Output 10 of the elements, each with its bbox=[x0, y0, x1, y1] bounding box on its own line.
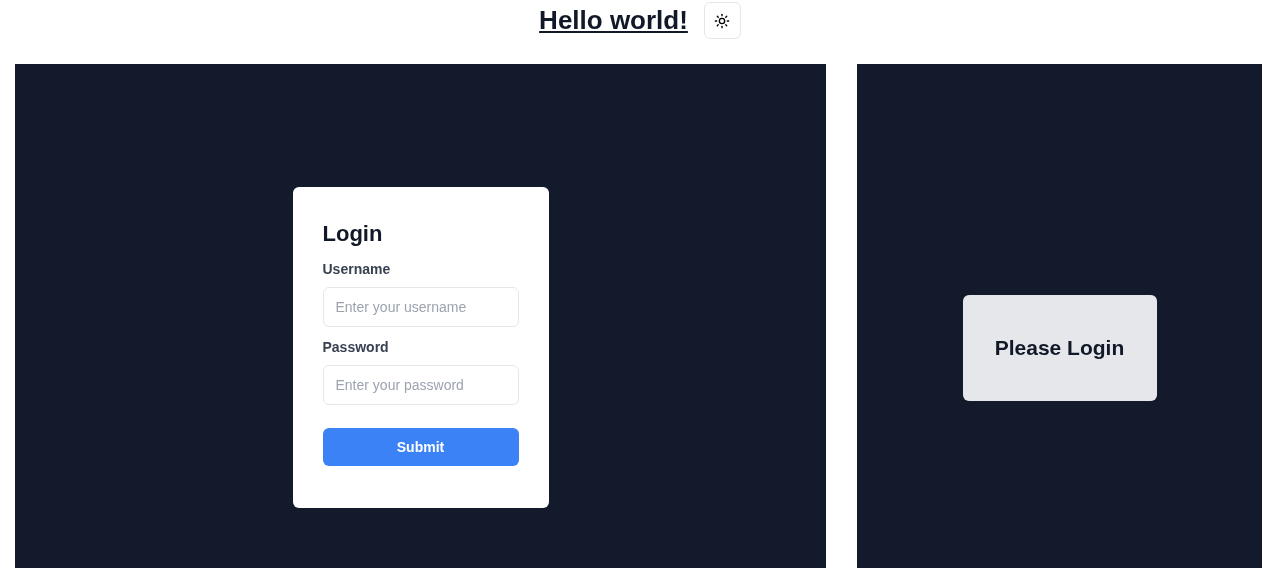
status-message: Please Login bbox=[994, 335, 1125, 362]
theme-toggle-button[interactable] bbox=[703, 2, 741, 39]
field-label: Password bbox=[322, 338, 390, 357]
sun-icon bbox=[714, 12, 731, 29]
submit-button[interactable]: Submit bbox=[322, 428, 519, 466]
login-heading: Login bbox=[322, 220, 384, 248]
page-title: Hello world! bbox=[539, 4, 688, 37]
input-field[interactable]: Enter your password bbox=[322, 365, 519, 405]
input-field[interactable]: Enter your username bbox=[322, 287, 519, 327]
field-label: Username bbox=[322, 260, 392, 279]
